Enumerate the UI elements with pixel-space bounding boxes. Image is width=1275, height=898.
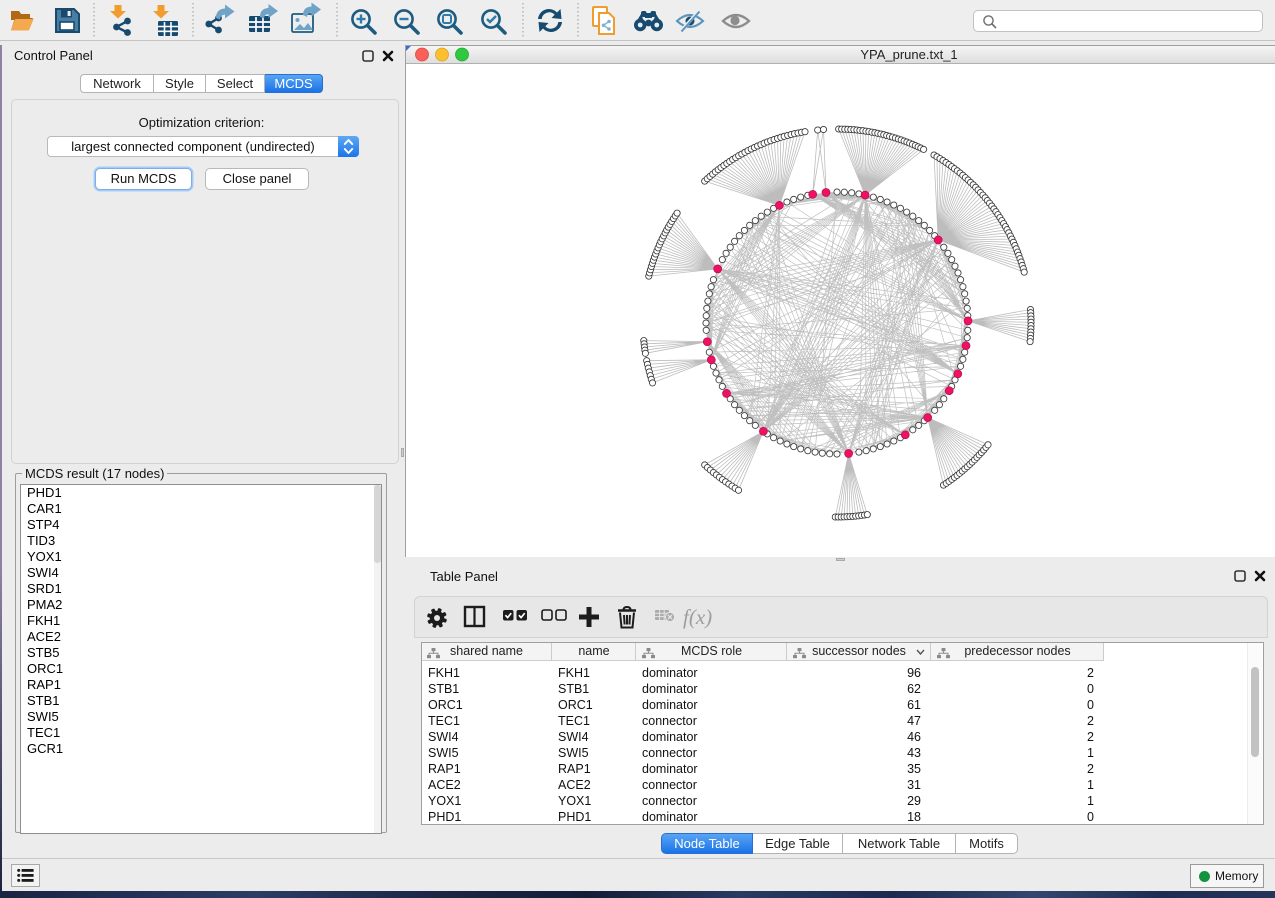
svg-text:f(x): f(x) bbox=[683, 605, 712, 629]
